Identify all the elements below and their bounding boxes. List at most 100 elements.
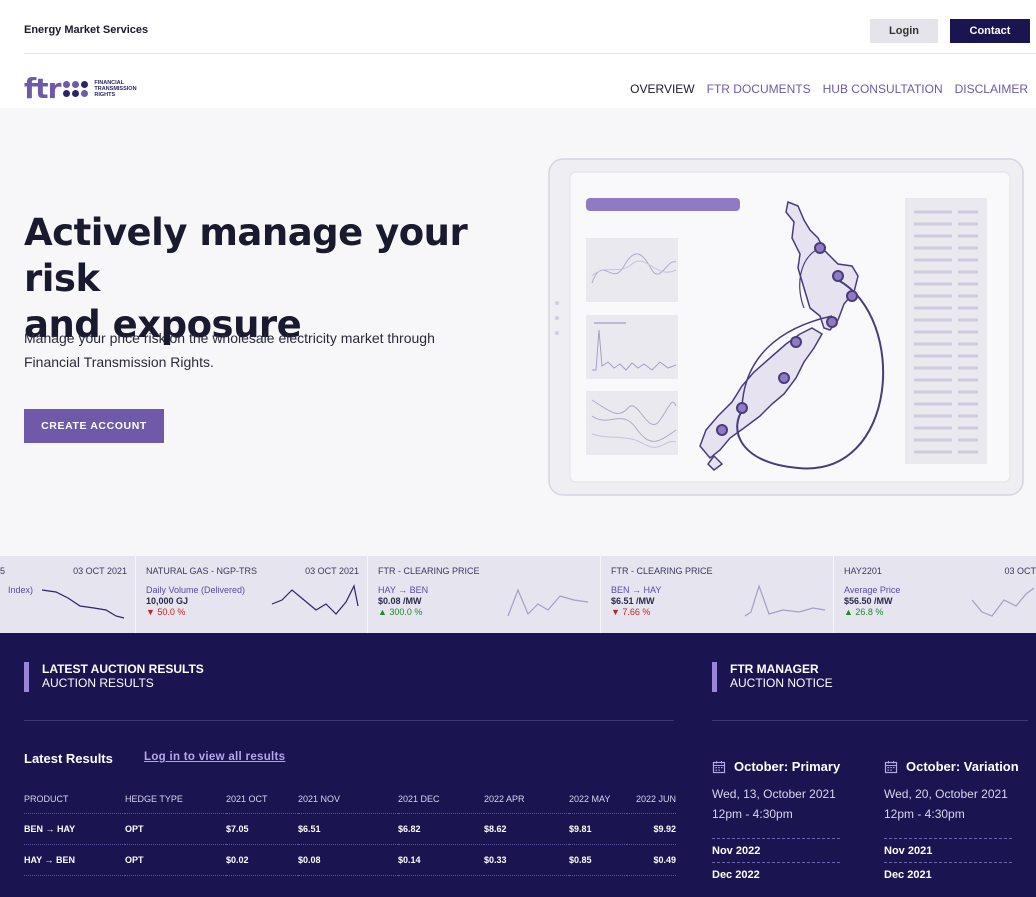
notice-date: Wed, 20, October 2021 xyxy=(884,787,1008,801)
ticker-date: 03 OCT 2021 xyxy=(73,566,127,576)
table-cell: $6.82 xyxy=(398,813,484,845)
ticker-sub: Index) xyxy=(8,585,34,595)
top-bar: Energy Market Services Login Contact xyxy=(24,0,1036,54)
market-ticker: 5 03 OCT 2021 Index) NATURAL GAS - NGP-T… xyxy=(0,556,1036,633)
column-header: HEDGE TYPE xyxy=(125,786,226,814)
ticker-sub: BEN → HAY xyxy=(611,585,662,595)
table-cell: $0.33 xyxy=(484,844,569,876)
hero-title-line: Actively manage your risk xyxy=(24,211,468,300)
ticker-sub: HAY → BEN xyxy=(378,585,429,595)
table-cell: $0.49 xyxy=(627,844,676,876)
notice-date: Wed, 13, October 2021 xyxy=(712,787,836,801)
ticker-name: NATURAL GAS - NGP-TRS xyxy=(146,566,258,576)
ticker-name: FTR - CLEARING PRICE xyxy=(378,566,480,576)
logo-text: FINANCIAL TRANSMISSION RIGHTS xyxy=(94,80,144,98)
logo-mark: ftr xyxy=(24,72,61,105)
ticker-name: FTR - CLEARING PRICE xyxy=(611,566,713,576)
view-all-results-link[interactable]: Log in to view all results xyxy=(144,751,285,763)
notice-month[interactable]: Dec 2021 xyxy=(884,862,1012,886)
ticker-card[interactable]: 5 03 OCT 2021 Index) xyxy=(0,556,136,633)
ticker-sub: Average Price xyxy=(844,585,901,595)
column-header: PRODUCT xyxy=(24,786,125,814)
ftr-logo[interactable]: ftr FINANCIAL TRANSMISSION RIGHTS xyxy=(24,72,144,105)
ticker-sparkline xyxy=(507,588,589,617)
latest-auction-title: LATEST AUCTION RESULTS xyxy=(42,662,204,676)
notice-month[interactable]: Nov 2021 xyxy=(884,838,1012,862)
ticker-card[interactable]: FTR - CLEARING PRICE HAY → BEN $0.08 /MW… xyxy=(368,556,601,633)
logo-text-line: RIGHTS xyxy=(94,92,116,98)
auction-notice[interactable]: October: Variation Wed, 20, October 2021… xyxy=(884,759,1034,886)
results-table: PRODUCT HEDGE TYPE 2021 OCT 2021 NOV 202… xyxy=(24,786,676,876)
table-cell: $9.92 xyxy=(627,813,676,845)
column-header: 2022 JUN xyxy=(627,786,676,814)
notice-title-text: October: Primary xyxy=(734,759,841,774)
notice-datetime: Wed, 13, October 2021 12pm - 4:30pm xyxy=(712,784,862,824)
hero-subtitle-line: Manage your price risk on the wholesale … xyxy=(24,330,435,346)
nav-ftr-documents[interactable]: FTR DOCUMENTS xyxy=(707,82,811,96)
table-cell: $6.51 xyxy=(298,813,398,845)
table-cell: $0.14 xyxy=(398,844,484,876)
notice-title: October: Variation xyxy=(884,759,1034,774)
column-header: 2021 NOV xyxy=(298,786,398,814)
notice-datetime: Wed, 20, October 2021 12pm - 4:30pm xyxy=(884,784,1034,824)
latest-auction-heading: LATEST AUCTION RESULTS AUCTION RESULTS xyxy=(24,662,204,692)
ticker-sparkline xyxy=(271,584,359,615)
org-name: Energy Market Services xyxy=(24,24,149,36)
notice-title: October: Primary xyxy=(712,759,862,774)
table-cell: OPT xyxy=(125,844,226,876)
ticker-date: 03 OCT 2021 xyxy=(305,566,359,576)
ticker-name: HAY2201 xyxy=(844,566,882,576)
notice-month[interactable]: Nov 2022 xyxy=(712,838,840,862)
table-row[interactable]: BEN → HAY OPT $7.05 $6.51 $6.82 $8.62 $9… xyxy=(24,813,676,845)
ftr-manager-title: FTR MANAGER xyxy=(730,662,819,676)
column-header: 2022 MAY xyxy=(569,786,627,814)
ticker-sparkline xyxy=(744,584,826,617)
login-button[interactable]: Login xyxy=(870,19,938,43)
ftr-manager-subtitle: AUCTION NOTICE xyxy=(730,676,833,690)
table-cell: $0.85 xyxy=(569,844,627,876)
column-header: 2021 DEC xyxy=(398,786,484,814)
ticker-sub: Daily Volume (Delivered) xyxy=(146,585,246,595)
table-cell: HAY → BEN xyxy=(24,844,125,876)
nav-disclaimer[interactable]: DISCLAIMER xyxy=(955,82,1028,96)
ticker-value: 10,000 GJ xyxy=(146,596,189,606)
ticker-sparkline xyxy=(41,589,125,619)
ticker-value: $6.51 /MW xyxy=(611,596,655,606)
ticker-change: ▲ 300.0 % xyxy=(378,607,423,617)
logo-dots-icon xyxy=(63,81,89,97)
table-row[interactable]: HAY → BEN OPT $0.02 $0.08 $0.14 $0.33 $0… xyxy=(24,844,676,876)
auction-notice[interactable]: October: Primary Wed, 13, October 2021 1… xyxy=(712,759,862,886)
ticker-date: 03 OCT xyxy=(1004,566,1036,576)
divider xyxy=(712,720,1028,721)
notice-time: 12pm - 4:30pm xyxy=(712,807,793,821)
table-cell: $0.02 xyxy=(226,844,298,876)
nav-hub-consultation[interactable]: HUB CONSULTATION xyxy=(823,82,943,96)
column-header: 2021 OCT xyxy=(226,786,298,814)
ticker-value: $56.50 /MW xyxy=(844,596,893,606)
table-cell: $0.08 xyxy=(298,844,398,876)
hero-section: Actively manage your risk and exposure M… xyxy=(0,108,1036,556)
contact-button[interactable]: Contact xyxy=(950,19,1030,43)
table-cell: $7.05 xyxy=(226,813,298,845)
table-cell: OPT xyxy=(125,813,226,845)
notice-time: 12pm - 4:30pm xyxy=(884,807,965,821)
ticker-name: 5 xyxy=(0,566,6,576)
table-cell: BEN → HAY xyxy=(24,813,125,845)
main-nav: OVERVIEW FTR DOCUMENTS HUB CONSULTATION … xyxy=(630,82,1028,96)
ticker-card[interactable]: FTR - CLEARING PRICE BEN → HAY $6.51 /MW… xyxy=(601,556,834,633)
latest-results-title: Latest Results xyxy=(24,751,113,766)
ticker-sparkline xyxy=(971,587,1035,617)
divider xyxy=(24,720,674,721)
ticker-value: $0.08 /MW xyxy=(378,596,422,606)
latest-auction-subtitle: AUCTION RESULTS xyxy=(42,676,154,690)
results-section: LATEST AUCTION RESULTS AUCTION RESULTS L… xyxy=(0,633,1036,897)
ticker-card[interactable]: HAY2201 03 OCT Average Price $56.50 /MW … xyxy=(834,556,1036,633)
calendar-icon xyxy=(884,760,898,773)
table-cell: $8.62 xyxy=(484,813,569,845)
create-account-button[interactable]: CREATE ACCOUNT xyxy=(24,409,164,443)
nav-overview[interactable]: OVERVIEW xyxy=(630,82,694,96)
calendar-icon xyxy=(712,760,726,773)
hero-subtitle: Manage your price risk on the wholesale … xyxy=(24,326,494,374)
ticker-card[interactable]: NATURAL GAS - NGP-TRS 03 OCT 2021 Daily … xyxy=(136,556,368,633)
notice-month[interactable]: Dec 2022 xyxy=(712,862,840,886)
